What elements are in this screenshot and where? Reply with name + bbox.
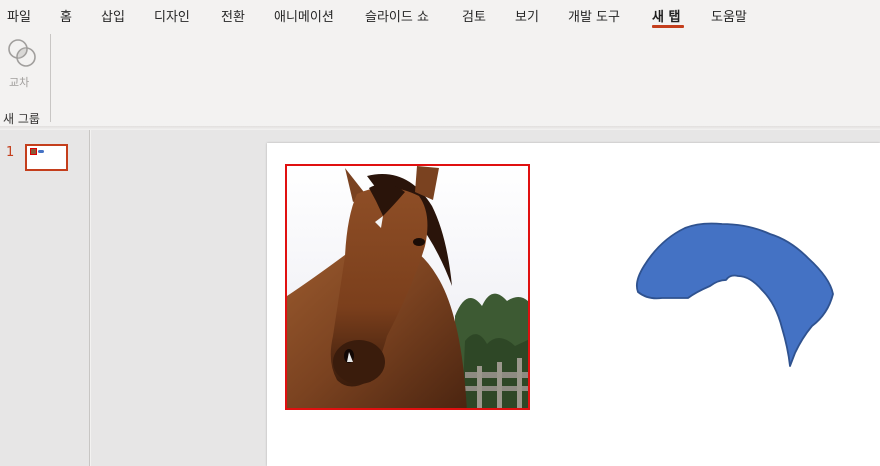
tab-review[interactable]: 검토 bbox=[462, 6, 486, 25]
tab-transitions[interactable]: 전환 bbox=[221, 6, 245, 25]
intersect-button[interactable]: 교차 bbox=[6, 36, 40, 92]
group-divider bbox=[50, 34, 51, 122]
tab-home[interactable]: 홈 bbox=[60, 6, 72, 25]
horse-image bbox=[287, 166, 528, 408]
tab-developer[interactable]: 개발 도구 bbox=[568, 6, 620, 25]
slide-thumbnail-pane[interactable] bbox=[0, 130, 90, 466]
intersect-label: 교차 bbox=[9, 76, 30, 89]
active-tab-indicator bbox=[652, 25, 684, 28]
tab-insert[interactable]: 삽입 bbox=[101, 6, 125, 25]
tab-view[interactable]: 보기 bbox=[515, 6, 539, 25]
thumbnail-picture bbox=[30, 148, 37, 155]
tab-animations[interactable]: 애니메이션 bbox=[274, 6, 334, 25]
tab-file[interactable]: 파일 bbox=[7, 6, 31, 25]
ribbon-tabs: 파일 홈 삽입 디자인 전환 애니메이션 슬라이드 쇼 검토 보기 개발 도구 … bbox=[0, 0, 880, 32]
tab-new-tab[interactable]: 새 탭 bbox=[652, 6, 680, 25]
horse-picture[interactable] bbox=[285, 164, 530, 410]
tab-help[interactable]: 도움말 bbox=[711, 6, 747, 25]
slide-number: 1 bbox=[6, 145, 15, 160]
ribbon-group-label: 새 그룹 bbox=[3, 112, 40, 126]
tab-slideshow[interactable]: 슬라이드 쇼 bbox=[365, 6, 429, 25]
intersect-shapes-icon bbox=[8, 39, 36, 67]
slide-thumbnail[interactable] bbox=[25, 144, 68, 171]
tab-design[interactable]: 디자인 bbox=[154, 6, 190, 25]
ribbon-panel bbox=[0, 32, 880, 128]
freeform-shape[interactable] bbox=[630, 218, 840, 370]
thumbnail-shape bbox=[38, 150, 44, 153]
